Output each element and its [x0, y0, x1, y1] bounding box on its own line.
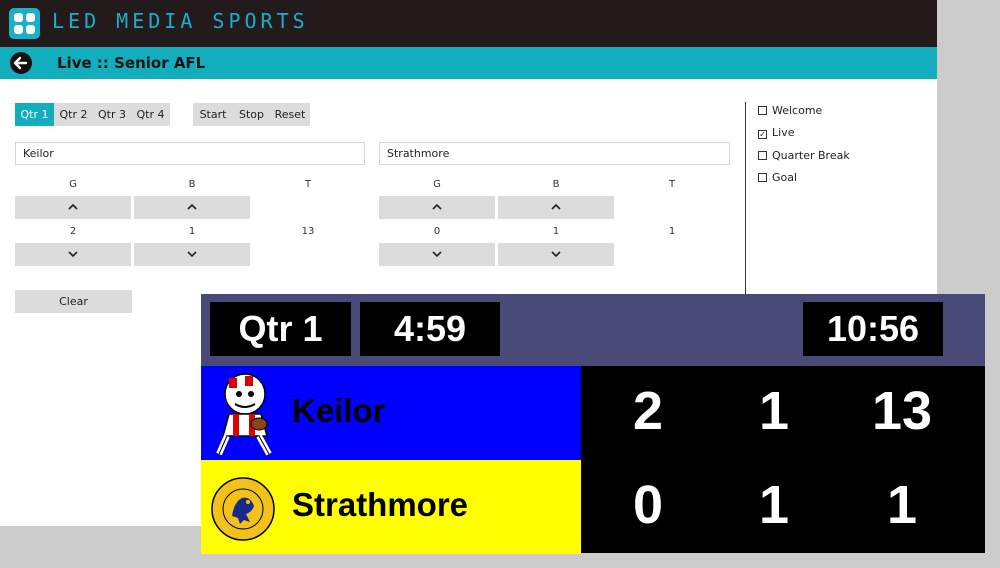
team2-total-value: 1: [668, 226, 676, 237]
team2-behinds-up-button[interactable]: [498, 196, 614, 219]
title-bar: Live :: Senior AFL: [0, 47, 937, 79]
tab-qtr-1[interactable]: Qtr 1: [15, 103, 54, 126]
team2-behinds-down-button[interactable]: [498, 243, 614, 266]
team2-behinds-label: B: [552, 179, 560, 190]
checkbox-checked-icon[interactable]: ✓: [758, 130, 767, 139]
page-title: Live :: Senior AFL: [57, 54, 206, 72]
team2-behinds-value: 1: [552, 226, 560, 237]
team1-goals-value: 2: [69, 226, 77, 237]
scoreboard-quarter: Qtr 1: [210, 302, 351, 356]
scoreboard-team1-row: Keilor: [201, 366, 581, 460]
reset-button[interactable]: Reset: [270, 103, 310, 126]
scoreboard-team2-name: Strathmore: [292, 486, 469, 523]
strathmore-club-logo-icon: [211, 477, 275, 541]
scoreboard-clock: 10:56: [803, 302, 943, 356]
checkbox-icon[interactable]: [758, 106, 767, 115]
top-bar: LED MEDIA SPORTS: [0, 0, 937, 47]
screen-option-quarter-break[interactable]: Quarter Break: [758, 149, 850, 162]
team1-goals-up-button[interactable]: [15, 196, 131, 219]
team2-goals-up-button[interactable]: [379, 196, 495, 219]
scoreboard-team1-goals: 2: [632, 381, 664, 441]
scoreboard-team1-name: Keilor: [292, 392, 386, 429]
team2-goals-value: 0: [433, 226, 441, 237]
scoreboard-team2-behinds: 1: [758, 475, 790, 535]
team2-goals-down-button[interactable]: [379, 243, 495, 266]
team1-behinds-up-button[interactable]: [134, 196, 250, 219]
checkbox-icon[interactable]: [758, 151, 767, 160]
team2-goals-label: G: [433, 179, 441, 190]
divider: [745, 102, 746, 302]
scoreboard-team2-row: Strathmore: [201, 460, 581, 554]
checkbox-icon[interactable]: [758, 173, 767, 182]
scoreboard-team1-behinds: 1: [758, 381, 790, 441]
scoreboard-team1-total: 13: [871, 381, 933, 441]
tab-qtr-4[interactable]: Qtr 4: [131, 103, 170, 126]
back-arrow-icon[interactable]: [10, 52, 32, 74]
team1-name-field[interactable]: Keilor: [15, 142, 365, 165]
brand-name: LED MEDIA SPORTS: [52, 9, 309, 33]
screen-option-live[interactable]: ✓ Live: [758, 126, 794, 139]
tab-qtr-2[interactable]: Qtr 2: [54, 103, 93, 126]
team1-behinds-value: 1: [188, 226, 196, 237]
team2-name-field[interactable]: Strathmore: [379, 142, 730, 165]
team1-total-label: T: [304, 179, 312, 190]
scoreboard-scores: 2 1 13 0 1 1: [581, 366, 985, 553]
team1-behinds-label: B: [188, 179, 196, 190]
app-logo-icon: [9, 8, 40, 39]
scoreboard-preview: Qtr 1 4:59 10:56 Keilor Strathmore 2 1 1…: [201, 294, 985, 554]
scoreboard-team2-goals: 0: [632, 475, 664, 535]
keilor-mascot-logo-icon: [216, 373, 272, 456]
team1-total-value: 13: [301, 226, 315, 237]
screen-option-goal[interactable]: Goal: [758, 171, 797, 184]
tab-qtr-3[interactable]: Qtr 3: [93, 103, 131, 126]
stop-button[interactable]: Stop: [233, 103, 270, 126]
team1-behinds-down-button[interactable]: [134, 243, 250, 266]
screen-option-welcome[interactable]: Welcome: [758, 104, 822, 117]
start-button[interactable]: Start: [193, 103, 233, 126]
scoreboard-team2-total: 1: [886, 475, 918, 535]
scoreboard-quarter-time: 4:59: [360, 302, 500, 356]
team2-total-label: T: [668, 179, 676, 190]
team1-goals-label: G: [69, 179, 77, 190]
clear-button[interactable]: Clear: [15, 290, 132, 313]
team1-goals-down-button[interactable]: [15, 243, 131, 266]
